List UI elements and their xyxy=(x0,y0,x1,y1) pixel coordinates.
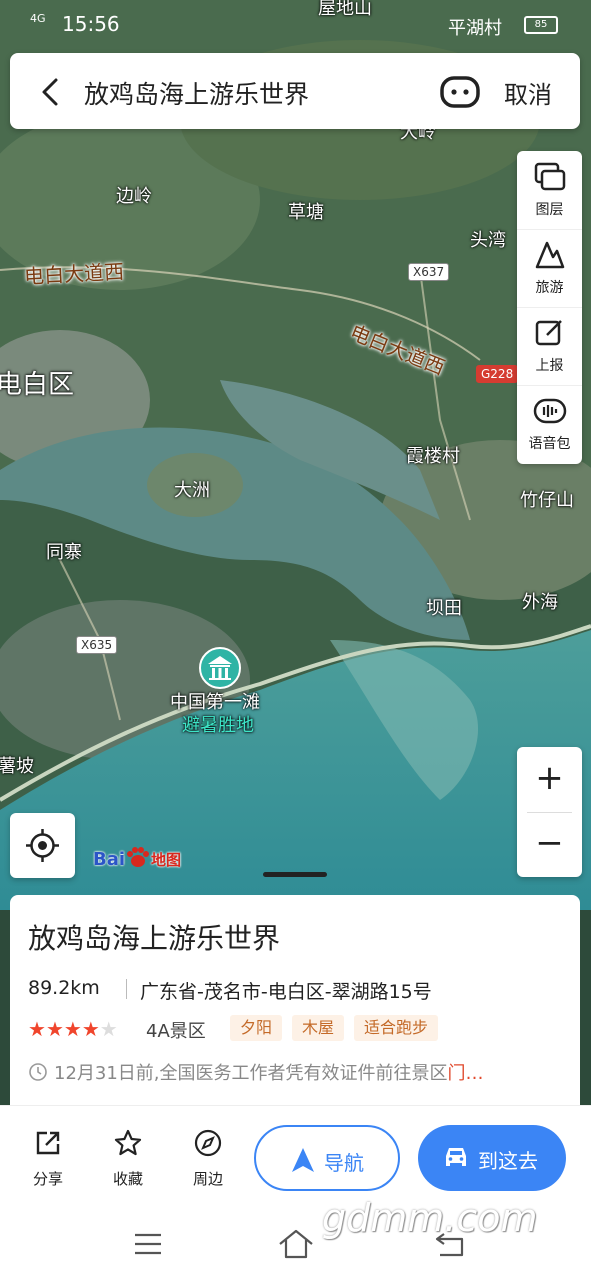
notice-more[interactable]: 门… xyxy=(448,1063,484,1084)
car-icon xyxy=(446,1148,466,1166)
star-outline-icon xyxy=(114,1129,142,1156)
scenic-spot-icon xyxy=(199,647,241,689)
nearby-button[interactable]: 周边 xyxy=(178,1128,238,1189)
map-label: 边岭 xyxy=(116,186,152,207)
map-label: 同寨 xyxy=(46,542,82,563)
map-label: 屋地山 xyxy=(318,0,372,19)
signal-indicator: 4G xyxy=(30,12,46,25)
tag-chip[interactable]: 木屋 xyxy=(292,1015,345,1041)
satellite-map[interactable]: 4G 15:56 平湖村 85 屋地山 大岭 边岭 草塘 头湾 电白大道西 电白… xyxy=(0,0,591,910)
place-name: 放鸡岛海上游乐世界 xyxy=(28,922,281,955)
toolbar-label: 上报 xyxy=(535,358,564,374)
map-label: 大洲 xyxy=(174,480,210,501)
status-bar: 4G 15:56 平湖村 85 xyxy=(0,0,591,44)
layers-icon xyxy=(534,162,565,191)
home-icon[interactable] xyxy=(278,1228,314,1260)
tag-chip[interactable]: 夕阳 xyxy=(230,1015,283,1041)
toolbar-travel-button[interactable]: 旅游 xyxy=(517,229,582,308)
notice-line[interactable]: 12月31日前,全国医务工作者凭有效证件前往景区门… xyxy=(28,1059,484,1085)
status-carrier: 平湖村 xyxy=(448,18,502,39)
share-icon xyxy=(36,1131,60,1155)
map-label: 头湾 xyxy=(470,230,506,251)
cancel-button[interactable]: 取消 xyxy=(504,75,552,110)
navigation-arrow-icon xyxy=(292,1148,314,1172)
map-label-district: 电白区 xyxy=(0,370,75,400)
voice-pack-icon xyxy=(533,398,566,424)
place-address: 广东省-茂名市-电白区-翠湖路15号 xyxy=(140,981,432,1003)
baidu-map-logo: Bai 地图 xyxy=(93,846,181,870)
compass-icon xyxy=(194,1129,222,1157)
go-here-button[interactable]: 到这去 xyxy=(418,1125,566,1191)
voice-assistant-icon[interactable] xyxy=(440,75,480,109)
star-filled-icon: ★ xyxy=(45,1017,64,1041)
menu-icon[interactable] xyxy=(133,1232,163,1256)
star-filled-icon: ★ xyxy=(63,1017,82,1041)
road-shield: G228 xyxy=(476,365,519,383)
star-filled-icon: ★ xyxy=(81,1017,100,1041)
map-label: 外海 xyxy=(522,592,558,613)
notice-text: 12月31日前,全国医务工作者凭有效证件前往景区 xyxy=(54,1063,448,1084)
road-label: 电白大道西 xyxy=(23,259,125,289)
scenic-level: 4A景区 xyxy=(146,1021,206,1042)
zoom-controls: + − xyxy=(517,747,582,877)
map-toolbar: 图层 旅游 上报 语音包 xyxy=(517,151,582,464)
road-shield: X637 xyxy=(408,263,450,281)
report-icon xyxy=(535,320,562,346)
favorite-label: 收藏 xyxy=(112,1170,143,1188)
location-target-icon xyxy=(26,829,59,862)
clock-icon xyxy=(29,1063,47,1081)
back-arrow-icon[interactable] xyxy=(38,77,64,107)
map-label: 坝田 xyxy=(426,598,462,619)
zoom-out-button[interactable]: − xyxy=(517,812,582,877)
road-shield: X635 xyxy=(76,636,118,654)
place-distance: 89.2km xyxy=(28,977,100,999)
status-time: 15:56 xyxy=(62,12,120,36)
map-imagery xyxy=(0,0,591,910)
scenic-poi-marker[interactable] xyxy=(198,646,242,690)
map-label: 霞楼村 xyxy=(406,446,460,467)
toolbar-label: 图层 xyxy=(535,202,564,218)
star-filled-icon: ★ xyxy=(28,1017,46,1041)
locate-button[interactable] xyxy=(10,813,75,878)
navigate-button[interactable]: 导航 xyxy=(254,1125,400,1191)
watermark: gdmm.com xyxy=(322,1196,538,1240)
toolbar-label: 旅游 xyxy=(535,280,564,296)
toolbar-label: 语音包 xyxy=(528,436,571,452)
go-here-label: 到这去 xyxy=(478,1149,538,1173)
map-label: 草塘 xyxy=(288,202,324,223)
search-bar: 放鸡岛海上游乐世界 取消 xyxy=(10,53,580,129)
share-label: 分享 xyxy=(32,1170,63,1188)
navigate-label: 导航 xyxy=(324,1151,364,1175)
battery-icon: 85 xyxy=(524,16,558,34)
nearby-label: 周边 xyxy=(192,1170,223,1188)
toolbar-report-button[interactable]: 上报 xyxy=(517,307,582,386)
travel-icon xyxy=(535,241,564,269)
toolbar-voice-pack-button[interactable]: 语音包 xyxy=(517,385,582,463)
search-title[interactable]: 放鸡岛海上游乐世界 xyxy=(84,75,309,111)
map-label: 竹仔山 xyxy=(520,490,574,511)
divider xyxy=(126,979,127,999)
zoom-in-button[interactable]: + xyxy=(517,747,582,812)
star-empty-icon: ★ xyxy=(99,1017,118,1041)
map-label: 薯坡 xyxy=(0,756,34,777)
place-detail-sheet: 放鸡岛海上游乐世界 89.2km 广东省-茂名市-电白区-翠湖路15号 ★★★★… xyxy=(10,895,580,1105)
toolbar-layers-button[interactable]: 图层 xyxy=(517,151,582,230)
poi-sub-label: 避暑胜地 xyxy=(182,715,254,736)
sheet-drag-handle[interactable] xyxy=(263,872,327,877)
paw-icon xyxy=(127,847,150,867)
favorite-button[interactable]: 收藏 xyxy=(98,1128,158,1189)
tag-chip[interactable]: 适合跑步 xyxy=(354,1015,439,1041)
share-button[interactable]: 分享 xyxy=(18,1128,78,1189)
rating-stars: ★★★★★ xyxy=(28,1017,118,1041)
